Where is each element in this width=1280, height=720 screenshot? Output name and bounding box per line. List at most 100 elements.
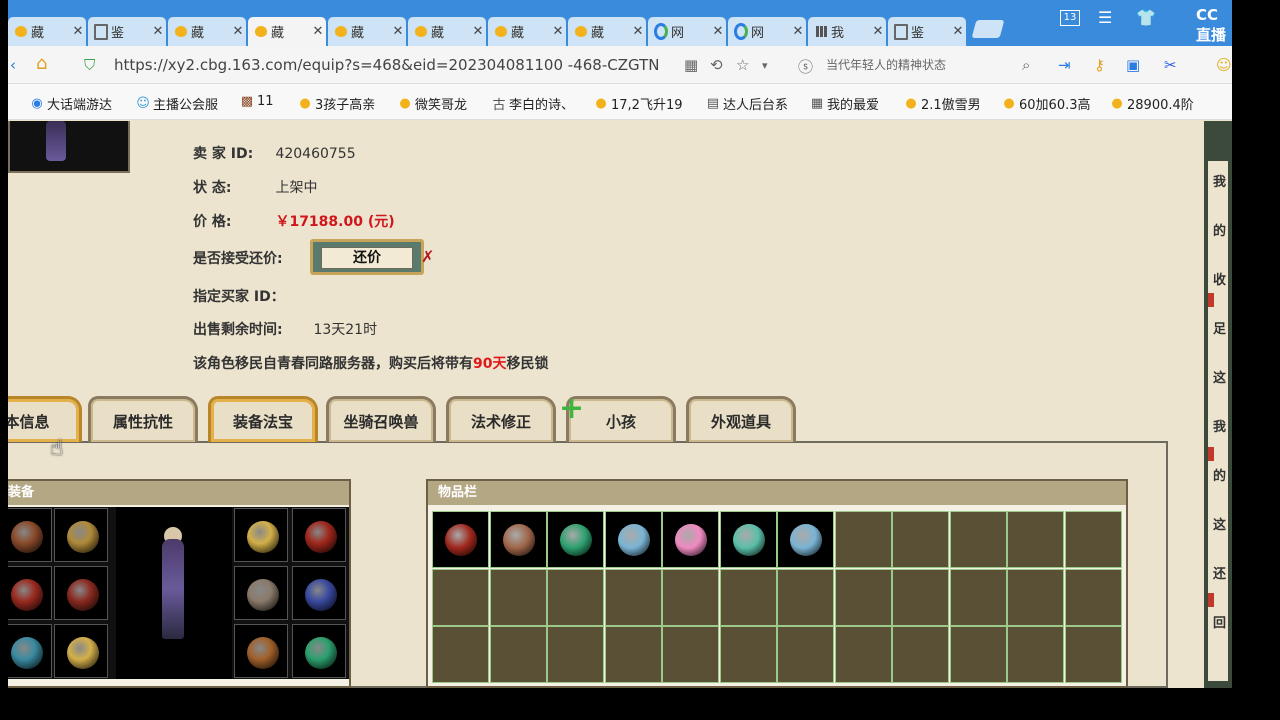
inventory-slot-empty[interactable] [604,568,662,626]
browser-tab[interactable]: 藏 ✕ [328,17,406,46]
inventory-slot-empty[interactable] [662,568,719,626]
inventory-slot-empty[interactable] [432,626,489,683]
inventory-slot-empty[interactable] [547,568,604,626]
inventory-slot-empty[interactable] [489,568,547,626]
close-icon[interactable]: ✕ [870,24,886,39]
bargain-button[interactable]: 还价 [310,239,424,275]
skin-icon[interactable]: 👕 [1136,8,1156,27]
browser-tab[interactable]: 我 ✕ [808,17,886,46]
inventory-slot-empty[interactable] [547,626,604,683]
bookmark-item[interactable]: ● 3孩子高亲 [298,94,375,113]
inventory-slot-feather-wing[interactable] [489,511,547,568]
inventory-slot-empty[interactable] [834,568,892,626]
favorite-star-icon[interactable]: ☆ [736,56,749,74]
close-icon[interactable]: ✕ [70,24,86,39]
translate-icon[interactable]: ⟲ [710,56,723,74]
close-icon[interactable]: ✕ [790,24,806,39]
inventory-slot-empty[interactable] [892,626,949,683]
browser-tab[interactable]: 鉴 ✕ [88,17,166,46]
equip-slot-jade-orb[interactable] [292,624,346,678]
bookmark-item[interactable]: 古李白的诗、 [492,94,574,113]
inventory-slot-empty[interactable] [489,626,547,683]
equip-slot-belt-ring[interactable] [292,566,346,620]
close-icon[interactable]: ✕ [550,24,566,39]
inventory-slot-empty[interactable] [604,626,662,683]
close-icon[interactable]: ✕ [390,24,406,39]
bookmark-item[interactable]: ● 17,2飞升19 [594,94,682,113]
browser-tab[interactable]: 藏 ✕ [8,17,86,46]
smiley-icon[interactable]: ☺ [1216,56,1232,74]
inventory-slot-empty[interactable] [834,511,892,568]
browser-tab[interactable]: 网 ✕ [648,17,726,46]
inventory-slot-empty[interactable] [777,568,834,626]
inventory-slot-empty[interactable] [1064,568,1122,626]
tab-char-4[interactable]: 法术修正 [446,396,556,442]
inventory-slot-empty[interactable] [892,511,949,568]
inventory-slot-empty[interactable] [834,626,892,683]
inventory-slot-green-gem[interactable] [547,511,604,568]
browser-tab[interactable]: 藏 ✕ [568,17,646,46]
tab-count-badge[interactable]: 13 [1060,10,1080,26]
bookmark-item[interactable]: ● 微笑哥龙 [398,94,467,113]
inventory-slot-empty[interactable] [949,511,1007,568]
tab-char-2[interactable]: 装备法宝 [208,396,318,442]
inventory-slot-empty[interactable] [1064,626,1122,683]
bookmark-item[interactable]: ● 60加60.3高 [1002,94,1090,113]
equip-slot-wand-item[interactable] [8,624,52,678]
bookmark-item[interactable]: ☺ 主播公会服 [136,94,218,113]
bookmark-item[interactable]: ● 2.1傲雪男 [904,94,980,113]
bookmark-item[interactable]: ◉ 大话端游达 [30,94,112,113]
inventory-slot-empty[interactable] [1007,626,1064,683]
inventory-slot-red-necklace[interactable] [432,511,489,568]
inventory-slot-ice-cube[interactable] [777,511,834,568]
qr-icon[interactable]: ▦ [684,56,698,74]
inventory-slot-empty[interactable] [432,568,489,626]
inventory-slot-empty[interactable] [1007,568,1064,626]
bookmark-item[interactable]: ▤ 达人后台系 [706,94,788,113]
plus-icon[interactable]: + [559,394,584,424]
tab-char-3[interactable]: 坐骑召唤兽 [326,396,436,442]
browser-tab[interactable]: 藏 ✕ [488,17,566,46]
tab-char-1[interactable]: 属性抗性 [88,396,198,442]
equip-slot-scarf-item[interactable] [8,566,52,620]
inventory-slot-empty[interactable] [949,626,1007,683]
close-icon[interactable]: ✕ [710,24,726,39]
browser-tab[interactable]: 藏 ✕ [408,17,486,46]
close-icon[interactable]: ✕ [310,24,326,39]
browser-tab[interactable]: 藏 ✕ [248,17,326,46]
home-icon[interactable]: ⌂ [36,53,47,74]
equip-slot-boots[interactable] [54,624,108,678]
tab-char-0[interactable]: 本信息 [8,396,82,442]
inventory-slot-empty[interactable] [719,568,777,626]
back-icon[interactable]: ‹ [10,56,16,74]
close-icon[interactable]: ✕ [150,24,166,39]
equip-slot-armor[interactable] [54,566,108,620]
inventory-slot-pink-heart[interactable] [662,511,719,568]
inventory-slot-empty[interactable] [949,568,1007,626]
search-icon[interactable]: ⌕ [1022,56,1030,74]
scissors-icon[interactable]: ✂ [1164,56,1177,74]
menu-icon[interactable]: ☰ [1098,8,1112,27]
inventory-slot-empty[interactable] [1064,511,1122,568]
equip-slot-amulet[interactable] [292,508,346,562]
equip-slot-belt[interactable] [234,624,288,678]
inventory-slot-empty[interactable] [777,626,834,683]
dropdown-icon[interactable]: ▾ [762,59,768,72]
key-icon[interactable]: ⚷ [1094,56,1105,74]
close-icon[interactable]: ✕ [630,24,646,39]
close-icon[interactable]: ✕ [470,24,486,39]
search-input[interactable]: 当代年轻人的精神状态 [792,52,1042,78]
login-icon[interactable]: ⇥ [1058,56,1071,74]
extension-icon[interactable]: ▣ [1126,56,1140,74]
inventory-slot-empty[interactable] [1007,511,1064,568]
equip-slot-necklace[interactable] [54,508,108,562]
inventory-slot-empty[interactable] [719,626,777,683]
browser-tab[interactable]: 藏 ✕ [168,17,246,46]
tab-char-6[interactable]: 外观道具 [686,396,796,442]
url-input[interactable]: https://xy2.cbg.163.com/equip?s=468&eid=… [114,56,674,74]
close-icon[interactable]: ✕ [230,24,246,39]
equip-slot-ring[interactable] [234,566,288,620]
bookmark-item[interactable]: ▦ 我的最爱 [810,94,879,113]
close-icon[interactable]: ✕ [950,24,966,39]
equip-slot-helmet[interactable] [234,508,288,562]
